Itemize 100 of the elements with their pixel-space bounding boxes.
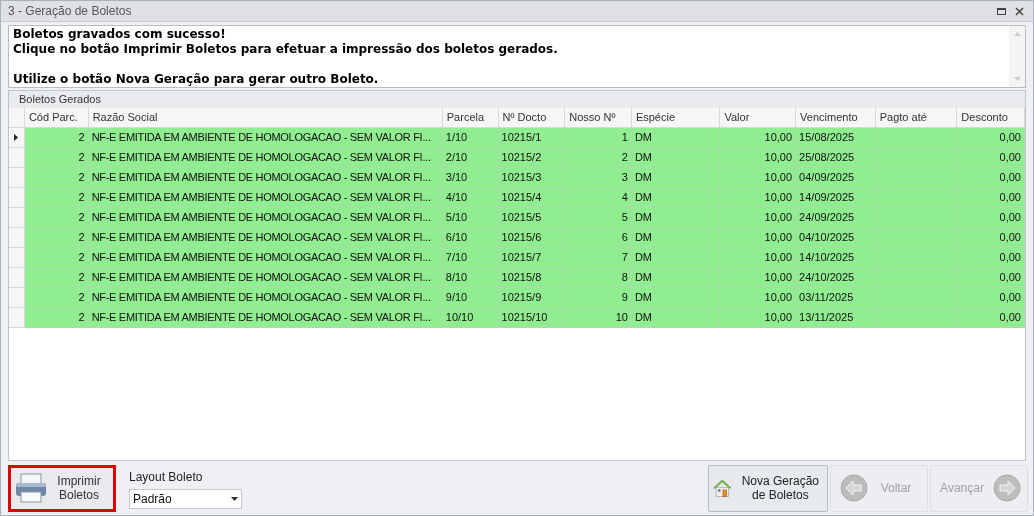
table-cell: DM — [631, 228, 721, 248]
table-cell: 10,00 — [720, 228, 797, 248]
table-cell: 10215/1 — [498, 128, 566, 148]
column-header[interactable]: Vencimento — [796, 108, 876, 128]
table-cell: 2 — [24, 248, 89, 268]
table-cell: 10,00 — [720, 128, 797, 148]
scroll-up-icon[interactable] — [1013, 32, 1021, 36]
table-cell: 6 — [565, 228, 632, 248]
table-cell: 14/10/2025 — [796, 248, 876, 268]
column-header[interactable]: Espécie — [631, 108, 721, 128]
table-cell: 10,00 — [720, 268, 797, 288]
table-cell: 9 — [565, 288, 632, 308]
table-cell: 25/08/2025 — [796, 148, 876, 168]
table-cell: 10215/4 — [498, 188, 566, 208]
table-cell: 0,00 — [957, 208, 1025, 228]
table-cell: 9/10 — [442, 288, 499, 308]
printer-icon — [15, 473, 47, 503]
table-cell: 03/11/2025 — [796, 288, 876, 308]
table-cell: 7 — [565, 248, 632, 268]
table-cell: 04/09/2025 — [796, 168, 876, 188]
table-cell: 10215/6 — [498, 228, 566, 248]
current-row-icon — [14, 134, 19, 141]
window-title: 3 - Geração de Boletos — [8, 3, 133, 20]
column-header[interactable]: Parcela — [442, 108, 499, 128]
table-cell: 0,00 — [957, 308, 1025, 328]
table-cell: 13/11/2025 — [796, 308, 876, 328]
row-indicator[interactable] — [9, 128, 25, 148]
table-cell: NF-E EMITIDA EM AMBIENTE DE HOMOLOGACAO - SEM VALOR FI... — [88, 168, 443, 188]
table-cell: 7/10 — [442, 248, 499, 268]
table-cell: 3/10 — [442, 168, 499, 188]
table-cell: DM — [631, 168, 721, 188]
column-header[interactable]: Valor — [720, 108, 797, 128]
table-cell: 24/09/2025 — [796, 208, 876, 228]
table-cell: 10215/7 — [498, 248, 566, 268]
column-header[interactable]: Nosso Nº — [565, 108, 632, 128]
message-line: Utilize o botão Nova Geração para gerar outro Boleto. — [13, 72, 380, 87]
table-cell: 0,00 — [957, 128, 1025, 148]
column-header[interactable]: Desconto — [957, 108, 1025, 128]
table-cell: DM — [631, 208, 721, 228]
table-cell: 0,00 — [957, 288, 1025, 308]
scroll-down-icon[interactable] — [1013, 77, 1021, 81]
column-header[interactable]: Razão Social — [88, 108, 443, 128]
column-header[interactable]: Cód Parc. — [24, 108, 89, 128]
table-cell: 4 — [565, 188, 632, 208]
table-cell: 10,00 — [720, 188, 797, 208]
layout-dropdown[interactable]: Padrão — [129, 488, 242, 509]
message-line: Boletos gravados com sucesso! — [13, 27, 227, 42]
group-title: Boletos Gerados — [19, 92, 101, 108]
table-cell: 8/10 — [442, 268, 499, 288]
table-cell: NF-E EMITIDA EM AMBIENTE DE HOMOLOGACAO - SEM VALOR FI... — [88, 188, 443, 208]
table-cell: 3 — [565, 168, 632, 188]
table-cell: 1/10 — [442, 128, 499, 148]
column-header[interactable]: Pagto até — [875, 108, 958, 128]
table-cell: 10215/3 — [498, 168, 566, 188]
table-cell: 2 — [24, 208, 89, 228]
table-cell: DM — [631, 288, 721, 308]
table-cell: 10,00 — [720, 208, 797, 228]
table-cell: 0,00 — [957, 148, 1025, 168]
table-cell: 10215/5 — [498, 208, 566, 228]
table-cell: 0,00 — [957, 268, 1025, 288]
table-cell: DM — [631, 128, 721, 148]
print-button[interactable]: Imprimir Boletos — [8, 464, 116, 512]
column-header[interactable]: Nº Docto — [498, 108, 566, 128]
table-cell: 1 — [565, 128, 632, 148]
table-cell: 04/10/2025 — [796, 228, 876, 248]
table-cell: 0,00 — [957, 228, 1025, 248]
table-cell: DM — [631, 248, 721, 268]
close-icon[interactable] — [1015, 6, 1024, 16]
maximize-icon[interactable] — [997, 7, 1006, 15]
table-cell: NF-E EMITIDA EM AMBIENTE DE HOMOLOGACAO - SEM VALOR FI... — [88, 308, 443, 328]
table-cell: 10,00 — [720, 308, 797, 328]
table-cell: 2/10 — [442, 148, 499, 168]
table-cell: 2 — [24, 268, 89, 288]
table-cell: 2 — [24, 128, 89, 148]
layout-label: Layout Boleto — [129, 468, 204, 486]
table-cell: 10,00 — [720, 168, 797, 188]
table-cell: 10,00 — [720, 148, 797, 168]
table-cell: NF-E EMITIDA EM AMBIENTE DE HOMOLOGACAO - SEM VALOR FI... — [88, 128, 443, 148]
table-cell: NF-E EMITIDA EM AMBIENTE DE HOMOLOGACAO - SEM VALOR FI... — [88, 248, 443, 268]
table-cell: 10215/2 — [498, 148, 566, 168]
table-cell: DM — [631, 148, 721, 168]
scrollbar[interactable] — [1009, 26, 1025, 87]
table-cell: 15/08/2025 — [796, 128, 876, 148]
table-cell: 24/10/2025 — [796, 268, 876, 288]
table-cell: DM — [631, 188, 721, 208]
table-cell: 2 — [24, 308, 89, 328]
table-cell: 5 — [565, 208, 632, 228]
table-cell: 0,00 — [957, 188, 1025, 208]
table-cell: NF-E EMITIDA EM AMBIENTE DE HOMOLOGACAO - SEM VALOR FI... — [88, 288, 443, 308]
table-cell: 10215/8 — [498, 268, 566, 288]
table-cell: 2 — [24, 148, 89, 168]
table-cell: 14/09/2025 — [796, 188, 876, 208]
table-cell: DM — [631, 308, 721, 328]
table-cell: 0,00 — [957, 168, 1025, 188]
new-generation-button[interactable]: Nova Geração de Boletos — [708, 464, 828, 512]
table-cell: 5/10 — [442, 208, 499, 228]
table-cell: 10215/9 — [498, 288, 566, 308]
table-cell: 6/10 — [442, 228, 499, 248]
table-cell: 2 — [24, 188, 89, 208]
table-cell: 10,00 — [720, 288, 797, 308]
